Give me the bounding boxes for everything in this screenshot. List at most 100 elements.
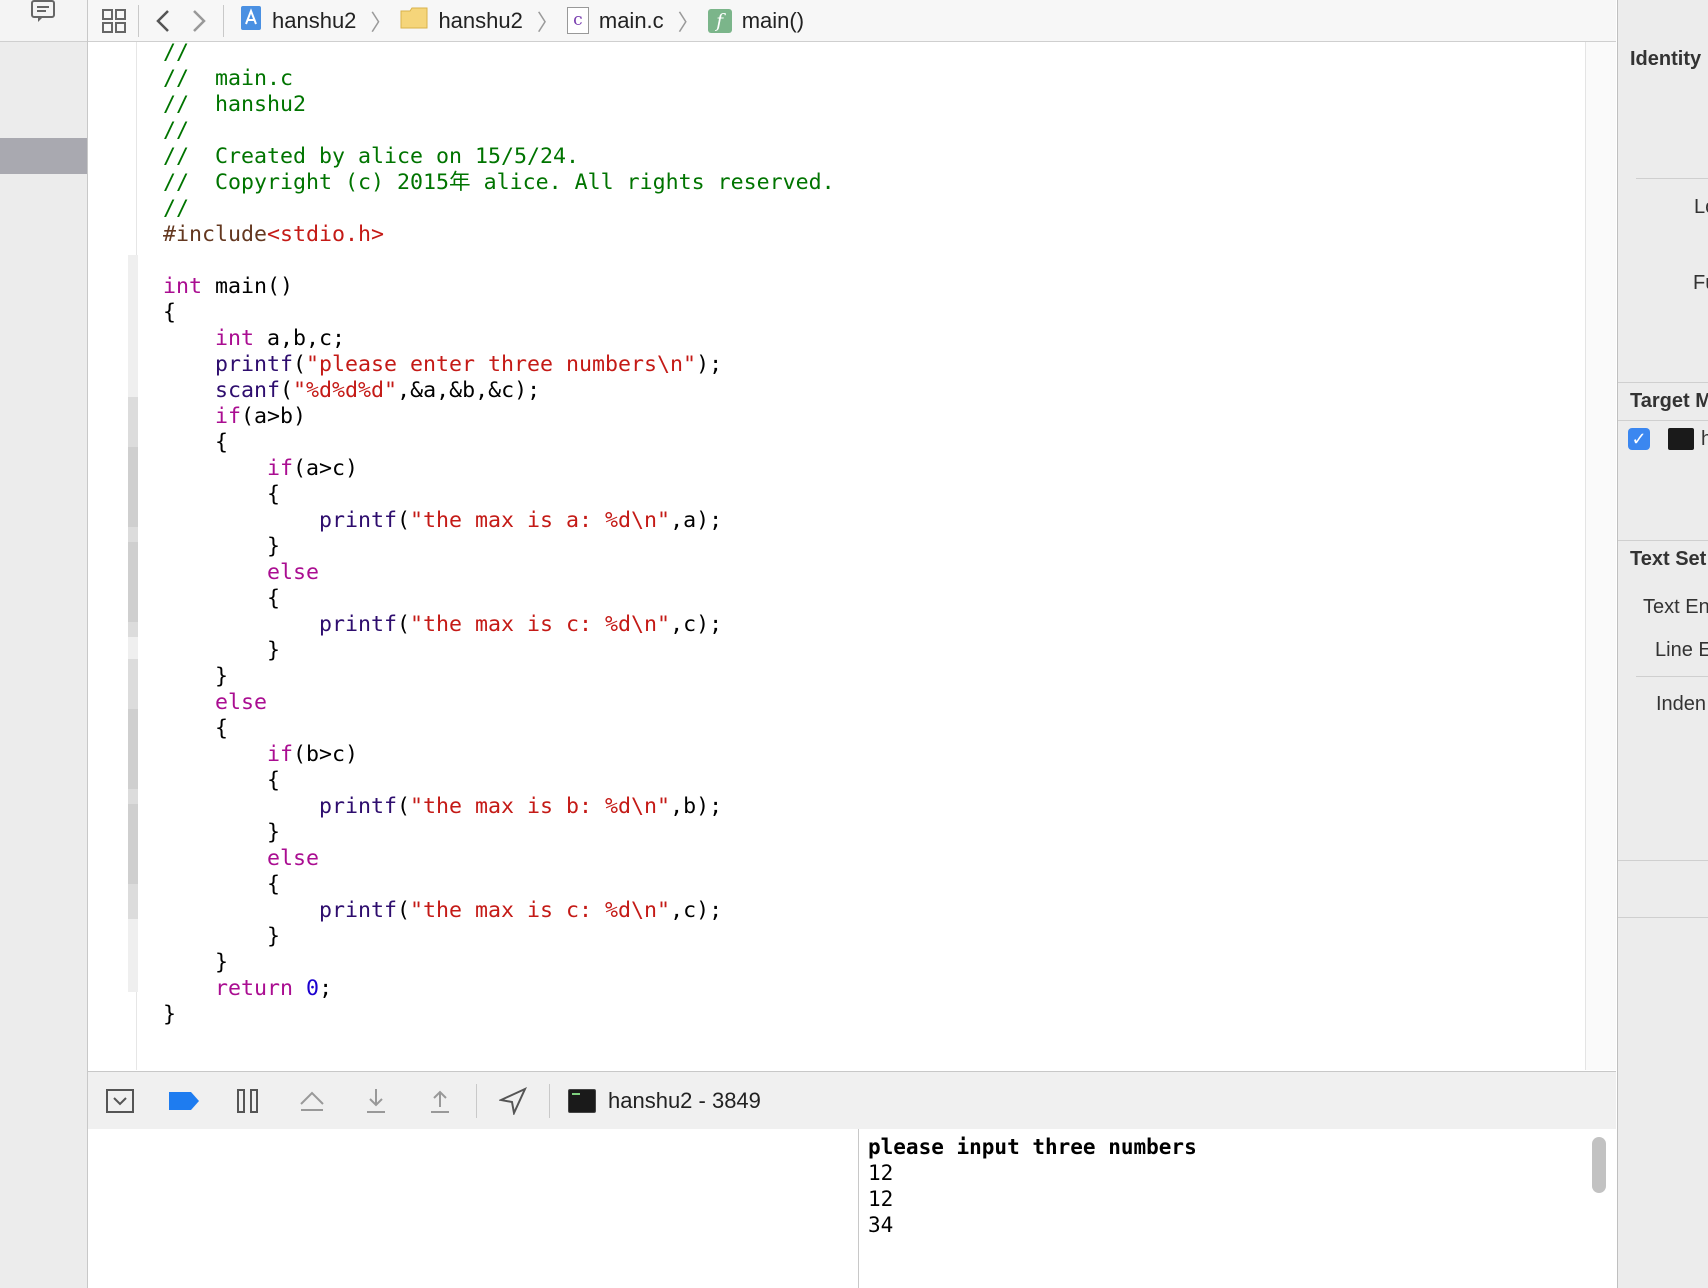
- code-line[interactable]: {: [163, 482, 835, 508]
- simulate-location-icon[interactable]: [481, 1079, 545, 1123]
- console-output[interactable]: please input three numbers 12 12 34: [859, 1129, 1616, 1288]
- code-line[interactable]: if(a>b): [163, 404, 835, 430]
- code-line[interactable]: }: [163, 820, 835, 846]
- breadcrumb-separator: 〉: [536, 9, 559, 35]
- code-line[interactable]: #include<stdio.h>: [163, 222, 835, 248]
- debug-bar: hanshu2 - 3849: [88, 1071, 1616, 1130]
- console-text[interactable]: please input three numbers 12 12 34: [868, 1134, 1197, 1238]
- terminal-icon: [568, 1088, 596, 1113]
- fold-ribbon[interactable]: [128, 709, 138, 789]
- hide-debug-area-button[interactable]: [88, 1079, 152, 1123]
- code-line[interactable]: return 0;: [163, 976, 835, 1002]
- code-line[interactable]: else: [163, 690, 835, 716]
- text-settings-header: Text Set: [1630, 548, 1707, 570]
- breadcrumb-project-label: hanshu2: [272, 7, 357, 33]
- breadcrumb-group[interactable]: hanshu2: [400, 7, 523, 35]
- target-checkbox[interactable]: ✓: [1628, 428, 1650, 450]
- breadcrumb-function-label: main(): [741, 7, 805, 33]
- selected-navigator-row[interactable]: [0, 138, 87, 174]
- folder-icon: [400, 7, 428, 35]
- code-line[interactable]: printf("please enter three numbers\n");: [163, 352, 835, 378]
- code-line[interactable]: printf("the max is b: %d\n",b);: [163, 794, 835, 820]
- breadcrumb-separator: 〉: [370, 9, 393, 35]
- code-line[interactable]: // main.c: [163, 66, 835, 92]
- breadcrumb-file[interactable]: c main.c: [566, 7, 664, 34]
- breadcrumb-group-label: hanshu2: [438, 7, 523, 33]
- code-line[interactable]: //: [163, 40, 835, 66]
- step-out-icon[interactable]: [408, 1079, 472, 1123]
- code-line[interactable]: int a,b,c;: [163, 326, 835, 352]
- code-line[interactable]: printf("the max is a: %d\n",a);: [163, 508, 835, 534]
- code-line[interactable]: }: [163, 534, 835, 560]
- code-line[interactable]: {: [163, 586, 835, 612]
- code-line[interactable]: }: [163, 950, 835, 976]
- function-icon: f: [707, 8, 732, 33]
- process-label: hanshu2 - 3849: [608, 1087, 761, 1113]
- code-line[interactable]: int main(): [163, 274, 835, 300]
- divider: [1618, 540, 1708, 541]
- fold-ribbon[interactable]: [128, 447, 138, 527]
- code-line[interactable]: {: [163, 872, 835, 898]
- code-line[interactable]: // Created by alice on 15/5/24.: [163, 144, 835, 170]
- breadcrumb-function[interactable]: f main(): [707, 7, 805, 34]
- divider: [1618, 420, 1708, 421]
- code-line[interactable]: // Copyright (c) 2015年 alice. All rights…: [163, 170, 835, 196]
- back-button[interactable]: [145, 3, 181, 39]
- text-encoding-label: Text En: [1643, 596, 1708, 618]
- step-into-icon[interactable]: [344, 1079, 408, 1123]
- divider: [138, 4, 139, 37]
- code-line[interactable]: else: [163, 560, 835, 586]
- code-line[interactable]: }: [163, 664, 835, 690]
- code-line[interactable]: //: [163, 196, 835, 222]
- editor-gutter[interactable]: [88, 42, 138, 1070]
- c-file-icon: c: [566, 7, 589, 34]
- divider: [1636, 178, 1708, 179]
- breadcrumb-project[interactable]: hanshu2: [240, 5, 356, 37]
- console-scrollbar-thumb[interactable]: [1592, 1137, 1606, 1193]
- divider: [549, 1083, 550, 1118]
- utilities-inspector: Identity Lo Fu Target M ✓ h Text Set Tex…: [1617, 0, 1708, 1288]
- code-line[interactable]: else: [163, 846, 835, 872]
- code-line[interactable]: }: [163, 1002, 835, 1028]
- divider: [1618, 860, 1708, 861]
- code-line[interactable]: printf("the max is c: %d\n",c);: [163, 898, 835, 924]
- target-item-label: h: [1701, 428, 1708, 451]
- console-line: 34: [868, 1213, 894, 1237]
- full-path-label: Fu: [1693, 272, 1708, 294]
- breadcrumb-file-label: main.c: [598, 7, 664, 33]
- fold-ribbon[interactable]: [128, 542, 138, 622]
- code-line[interactable]: if(b>c): [163, 742, 835, 768]
- code-line[interactable]: }: [163, 924, 835, 950]
- editor-scrollbar[interactable]: [1585, 42, 1616, 1070]
- code-line[interactable]: }: [163, 638, 835, 664]
- forward-button[interactable]: [181, 3, 217, 39]
- code-line[interactable]: printf("the max is c: %d\n",c);: [163, 612, 835, 638]
- code-line[interactable]: if(a>c): [163, 456, 835, 482]
- divider: [223, 4, 224, 37]
- step-over-icon[interactable]: [280, 1079, 344, 1123]
- terminal-icon: [1668, 428, 1694, 450]
- code-line[interactable]: {: [163, 300, 835, 326]
- variables-view[interactable]: [88, 1129, 859, 1288]
- code-line[interactable]: scanf("%d%d%d",&a,&b,&c);: [163, 378, 835, 404]
- code-line[interactable]: [163, 248, 835, 274]
- comment-icon[interactable]: [30, 0, 56, 29]
- code-line[interactable]: {: [163, 768, 835, 794]
- code-text[interactable]: //// main.c// hanshu2//// Created by ali…: [163, 40, 835, 1028]
- source-editor[interactable]: //// main.c// hanshu2//// Created by ali…: [88, 40, 1616, 1070]
- code-line[interactable]: // hanshu2: [163, 92, 835, 118]
- fold-ribbon[interactable]: [128, 804, 138, 884]
- line-endings-label: Line E: [1655, 639, 1708, 661]
- breadcrumb-separator: 〉: [677, 9, 700, 35]
- pause-button[interactable]: [216, 1079, 280, 1123]
- divider: [1618, 917, 1708, 918]
- code-line[interactable]: //: [163, 118, 835, 144]
- code-line[interactable]: {: [163, 430, 835, 456]
- code-line[interactable]: {: [163, 716, 835, 742]
- breakpoints-toggle-icon[interactable]: [152, 1079, 216, 1123]
- divider: [1618, 382, 1708, 383]
- process-selector[interactable]: hanshu2 - 3849: [568, 1088, 761, 1114]
- console-line: please input three numbers: [868, 1135, 1197, 1159]
- related-items-icon[interactable]: [96, 3, 132, 39]
- divider: [1636, 676, 1708, 677]
